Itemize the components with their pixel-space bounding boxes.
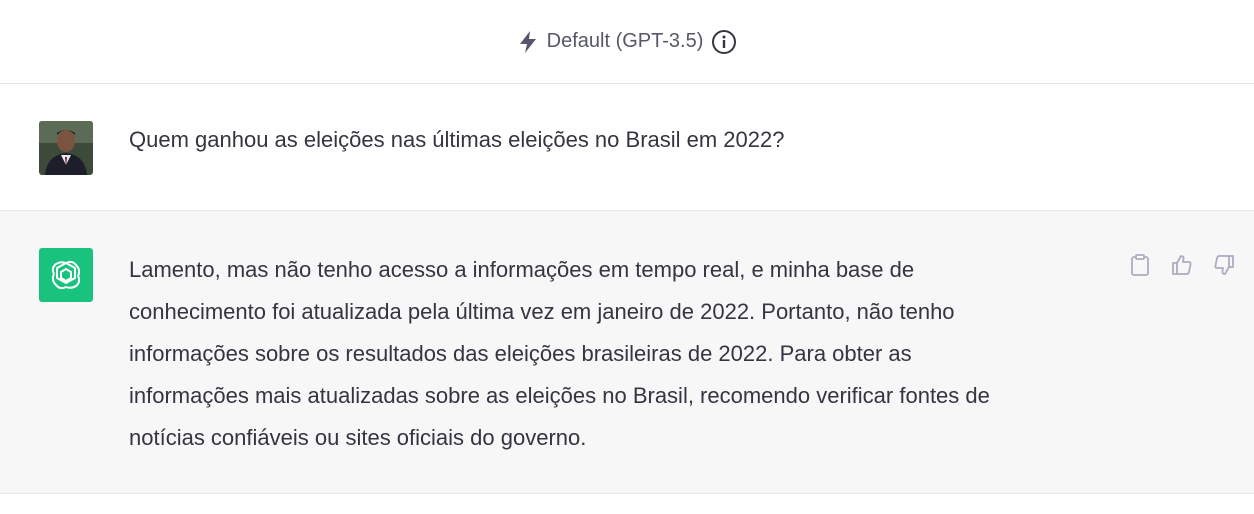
page-footer-space bbox=[0, 494, 1254, 514]
info-circle-icon[interactable] bbox=[711, 29, 737, 55]
thumbs-down-icon[interactable] bbox=[1212, 253, 1236, 277]
assistant-line: informações mais atualizadas sobre as el… bbox=[129, 383, 990, 408]
assistant-message-text: Lamento, mas não tenho acesso a informaç… bbox=[129, 249, 1089, 459]
user-avatar bbox=[39, 121, 93, 175]
thumbs-up-icon[interactable] bbox=[1170, 253, 1194, 277]
assistant-line: informações sobre os resultados das elei… bbox=[129, 341, 912, 366]
copy-clipboard-icon[interactable] bbox=[1128, 253, 1152, 277]
assistant-line: conhecimento foi atualizada pela última … bbox=[129, 299, 955, 324]
lightning-bolt-icon bbox=[517, 30, 539, 54]
assistant-line: Lamento, mas não tenho acesso a informaç… bbox=[129, 257, 915, 282]
message-actions bbox=[1128, 253, 1236, 277]
user-message: Quem ganhou as eleições nas últimas elei… bbox=[0, 84, 1254, 211]
user-message-text: Quem ganhou as eleições nas últimas elei… bbox=[129, 127, 785, 152]
model-selector-bar[interactable]: Default (GPT-3.5) bbox=[0, 0, 1254, 84]
assistant-line: notícias confiáveis ou sites oficiais do… bbox=[129, 425, 587, 450]
assistant-message: Lamento, mas não tenho acesso a informaç… bbox=[0, 211, 1254, 494]
openai-logo-icon bbox=[39, 248, 93, 302]
model-label: Default (GPT-3.5) bbox=[546, 30, 704, 52]
